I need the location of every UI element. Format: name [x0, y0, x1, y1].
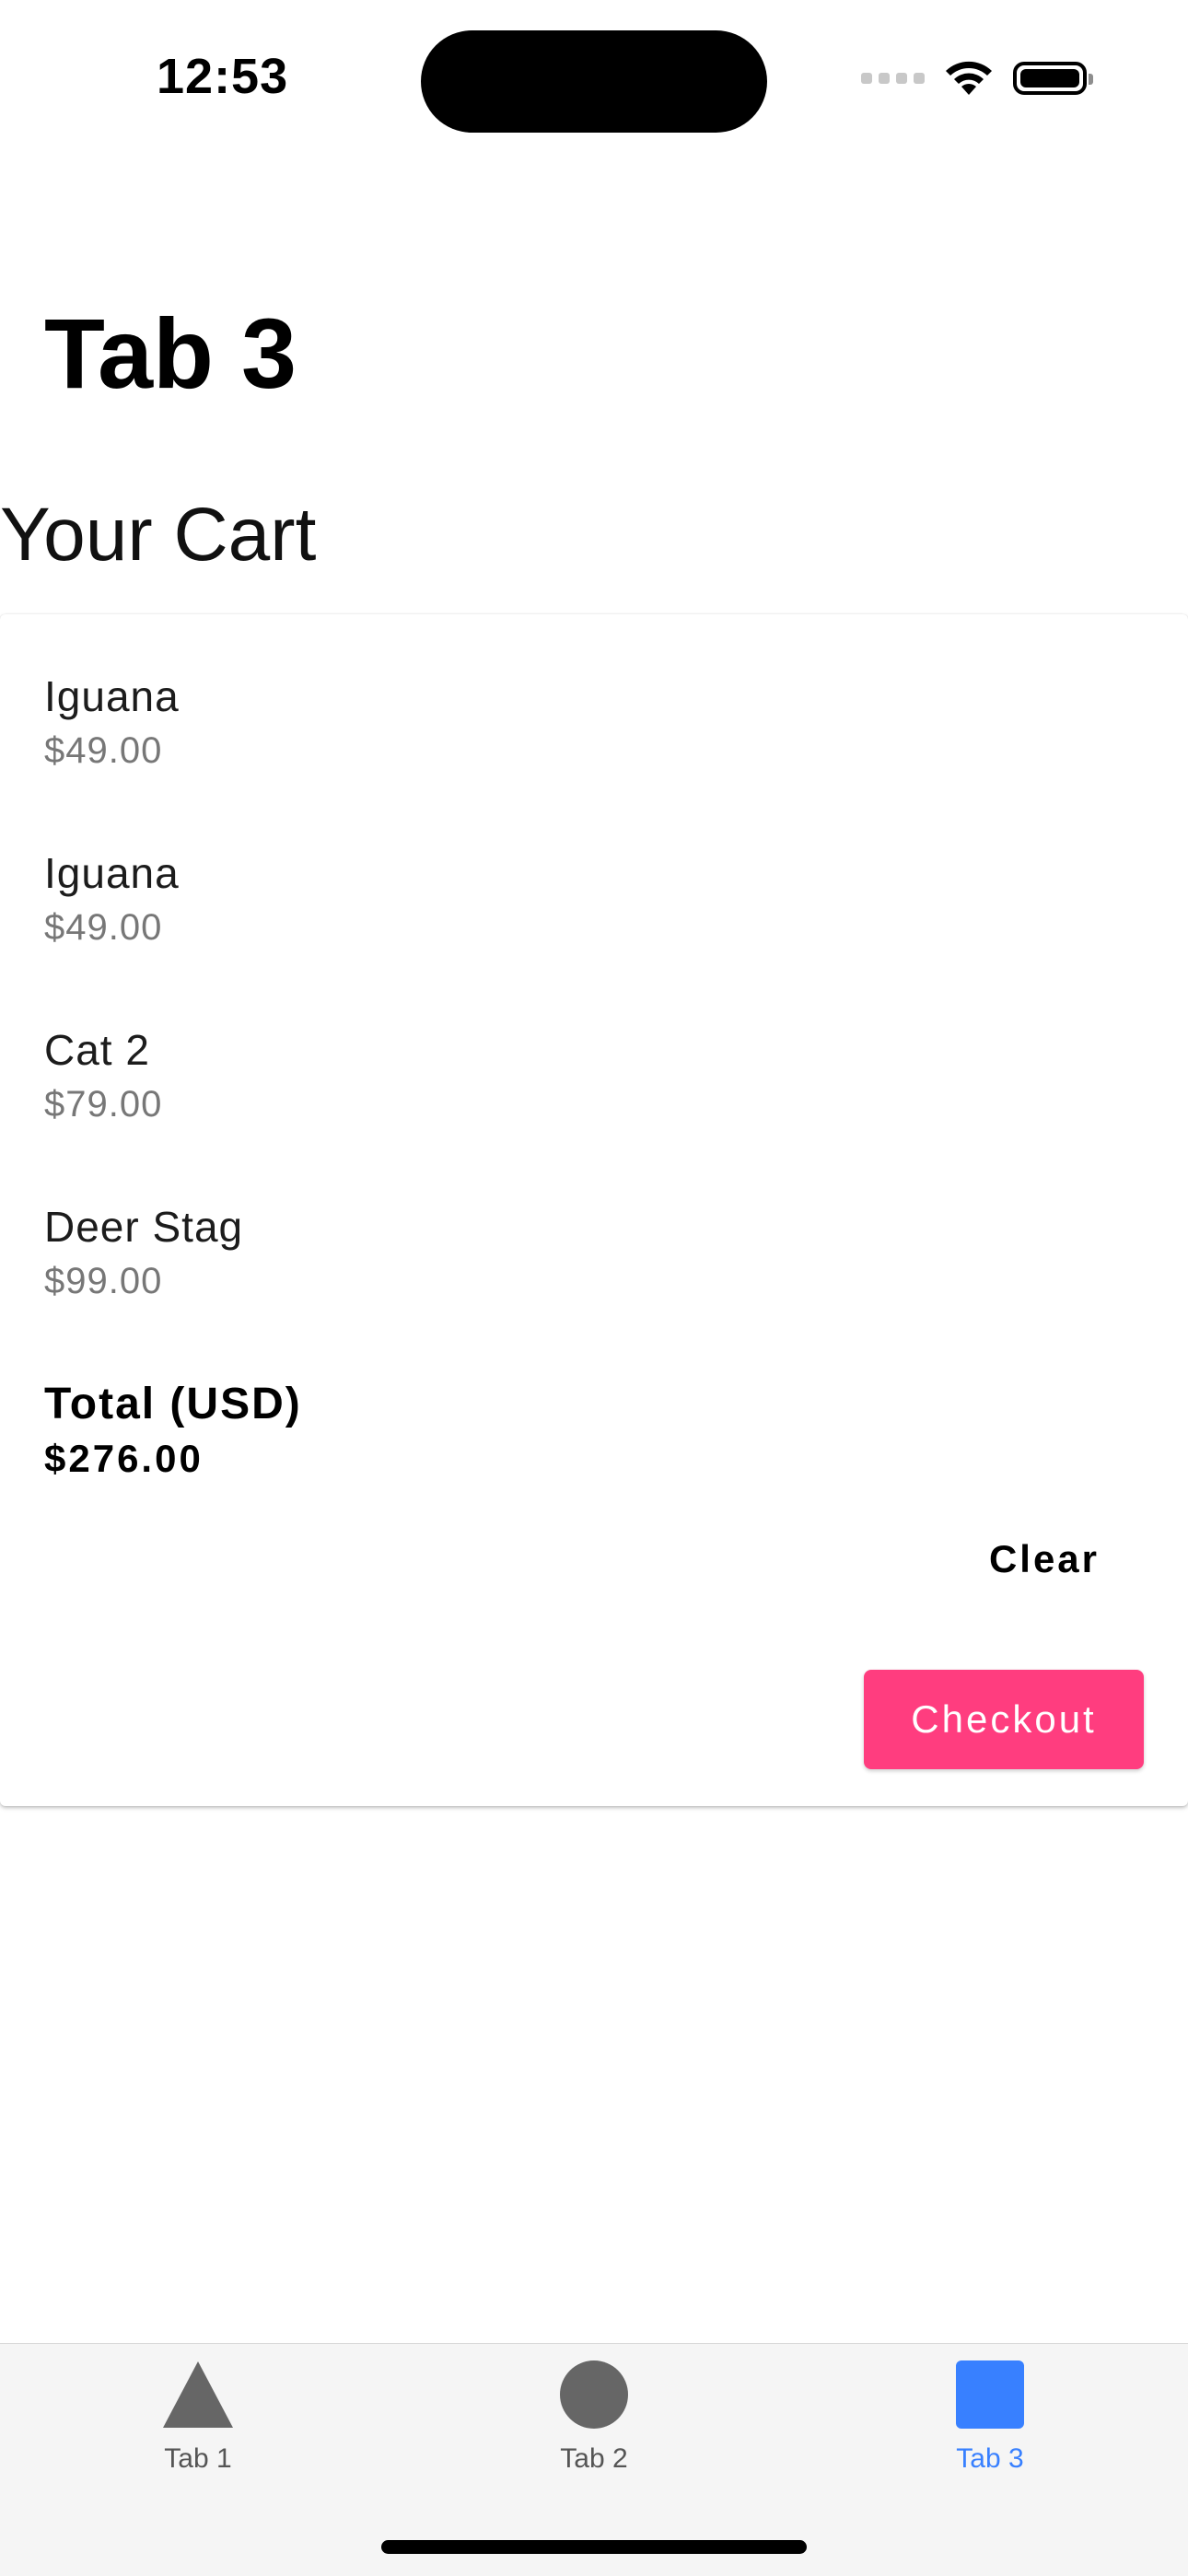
total-value: $276.00	[44, 1437, 204, 1480]
checkout-button[interactable]: Checkout	[864, 1670, 1144, 1769]
cart-item: Iguana $49.00	[44, 852, 180, 946]
dynamic-island	[421, 30, 767, 133]
cart-card: Iguana $49.00 Iguana $49.00 Cat 2 $79.00…	[0, 614, 1188, 1806]
wifi-icon	[946, 61, 992, 95]
cart-item: Deer Stag $99.00	[44, 1206, 243, 1300]
tab-2[interactable]: Tab 2	[396, 2344, 792, 2491]
square-icon	[956, 2360, 1024, 2429]
cart-item-price: $79.00	[44, 1084, 163, 1125]
cart-total: Total (USD) $276.00	[44, 1382, 302, 1478]
tab-1[interactable]: Tab 1	[0, 2344, 396, 2491]
tab-label: Tab 2	[560, 2443, 628, 2474]
clear-button[interactable]: Clear	[989, 1537, 1100, 1581]
status-time: 12:53	[157, 49, 289, 104]
cart-item-name: Cat 2	[44, 1026, 150, 1074]
cart-item-price: $99.00	[44, 1261, 163, 1301]
tab-label: Tab 1	[164, 2443, 232, 2474]
status-icons	[861, 55, 1093, 101]
cart-item: Cat 2 $79.00	[44, 1029, 162, 1123]
cart-heading: Your Cart	[0, 493, 317, 577]
cellular-signal-icon	[861, 73, 925, 84]
circle-icon	[560, 2360, 628, 2429]
battery-icon	[1013, 62, 1093, 95]
cart-item-name: Deer Stag	[44, 1203, 244, 1251]
cart-item-name: Iguana	[44, 672, 180, 720]
cart-item-name: Iguana	[44, 849, 180, 897]
total-label: Total (USD)	[44, 1380, 302, 1428]
cart-item: Iguana $49.00	[44, 675, 180, 769]
cart-item-price: $49.00	[44, 907, 163, 948]
triangle-icon	[163, 2361, 233, 2428]
page-title: Tab 3	[44, 297, 297, 409]
cart-item-price: $49.00	[44, 730, 163, 771]
tab-3[interactable]: Tab 3	[792, 2344, 1188, 2491]
home-indicator	[381, 2540, 807, 2554]
tab-label: Tab 3	[956, 2443, 1024, 2474]
